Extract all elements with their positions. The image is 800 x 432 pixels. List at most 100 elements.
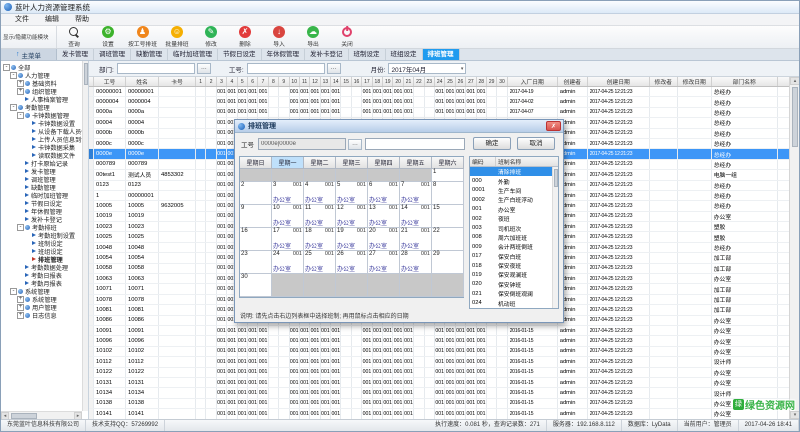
shift-list-item[interactable]: 001办公室 [470,205,558,214]
scrollbar-thumb[interactable] [792,87,798,147]
tab-10[interactable]: 排班管理 [423,49,460,60]
calendar-day-cell[interactable]: 12001办公室 [336,205,368,228]
calendar-day-cell[interactable]: 14001办公室 [400,205,432,228]
tree-expand-toggle[interactable]: - [17,224,24,231]
shift-list-item[interactable]: 清除排班 [470,167,558,176]
tree-expand-toggle[interactable]: + [17,80,24,87]
weekday-header[interactable]: 星期一 [272,157,304,169]
calendar-day-cell[interactable]: 8 [432,182,464,205]
tree-expand-toggle[interactable]: + [17,88,24,95]
tree-horizontal-scrollbar[interactable]: ◂ ▸ [1,411,82,419]
col-header-day[interactable]: 18 [373,77,383,86]
col-header-id[interactable]: 工号 [94,77,126,86]
scrollbar-thumb[interactable] [84,63,88,85]
cancel-button[interactable]: 取消 [517,137,555,150]
tab-9[interactable]: 班组设定 [386,49,423,60]
tab-6[interactable]: 年休假管理 [262,49,306,60]
col-header-day[interactable]: 23 [425,77,435,86]
tab-5[interactable]: 节假日设定 [218,49,262,60]
col-header-day[interactable]: 6 [248,77,258,86]
table-row[interactable]: 1013110131001001001001001001001001001001… [89,378,789,388]
col-header-day[interactable]: 15 [341,77,351,86]
col-header-day[interactable]: 9 [279,77,289,86]
table-row[interactable]: 1011210112001001001001001001001001001001… [89,357,789,367]
shift-list-item[interactable]: 024机动班 [470,298,558,307]
calendar-day-cell[interactable]: 10001办公室 [272,205,304,228]
tree-expand-toggle[interactable]: + [17,304,24,311]
calendar-day-cell[interactable]: 25001办公室 [304,251,336,274]
shift-list-item[interactable]: 000外勤 [470,176,558,185]
col-header-card[interactable]: 卡号 [159,77,196,86]
calendar-day-cell[interactable]: 4001办公室 [304,182,336,205]
calendar-day-cell[interactable]: 9 [240,205,272,228]
weekday-header[interactable]: 星期六 [432,157,464,169]
menu-item[interactable]: 文件 [7,14,37,26]
toggle-modules-button[interactable]: 显示/隐藏功能模块 [1,26,57,48]
tree-expand-toggle[interactable]: - [10,288,17,295]
col-header-day[interactable]: 30 [497,77,507,86]
col-header-created[interactable]: 创建日期 [588,77,650,86]
col-header-day[interactable]: 29 [487,77,497,86]
shift-list-item[interactable]: 020保安钟班 [470,280,558,289]
shift-list-item[interactable]: 019保安观澜班 [470,270,558,279]
table-vertical-scrollbar[interactable]: ▴ ▾ [789,77,799,419]
shift-list-item[interactable]: 017保安白班 [470,252,558,261]
col-header-day[interactable]: 17 [362,77,372,86]
shift-list-item[interactable]: 009会计两班倒班 [470,242,558,251]
table-row[interactable]: 1014110141001001001001001001001001001001… [89,409,789,419]
col-header-day[interactable]: 16 [352,77,362,86]
toolbar-button-delete[interactable]: ✗删除 [228,26,262,48]
menu-item[interactable]: 帮助 [67,14,97,26]
col-header-day[interactable]: 8 [269,77,279,86]
col-header-day[interactable]: 3 [217,77,227,86]
table-row[interactable]: 1013410134001001001001001001001001001001… [89,388,789,398]
col-header-day[interactable]: 22 [414,77,424,86]
col-header-creator[interactable]: 创建者 [558,77,588,86]
calendar-day-cell[interactable]: 29 [432,251,464,274]
calendar-day-cell[interactable]: 17001办公室 [272,228,304,251]
col-header-day[interactable]: 19 [383,77,393,86]
col-header-name[interactable]: 姓名 [126,77,159,86]
tree-vertical-scrollbar[interactable] [82,61,88,411]
tab-2[interactable]: 调班管理 [94,49,131,60]
tree-expand-toggle[interactable]: + [17,312,24,319]
scroll-left-arrow[interactable]: ◂ [1,412,9,420]
col-header-entry[interactable]: 入厂日期 [508,77,558,86]
col-header-day[interactable]: 2 [206,77,216,86]
calendar-day-cell[interactable]: 20001办公室 [368,228,400,251]
menu-item[interactable]: 编辑 [37,14,67,26]
dept-filter-input[interactable] [117,63,195,74]
toolbar-button-import[interactable]: ↓导入 [262,26,296,48]
shift-list-item[interactable]: 008周六加班班 [470,233,558,242]
calendar-day-cell[interactable]: 30 [240,274,272,297]
scroll-right-arrow[interactable]: ▸ [74,412,82,420]
scroll-down-arrow[interactable]: ▾ [790,411,800,419]
tab-7[interactable]: 发补卡登记 [305,49,349,60]
calendar-day-cell[interactable]: 7001办公室 [400,182,432,205]
month-select[interactable]: 2017年04月 ▾ [388,63,466,74]
weekday-header[interactable]: 星期五 [400,157,432,169]
tree-expand-toggle[interactable]: - [17,112,24,119]
table-row[interactable]: 1009610096001001001001001001001001001001… [89,336,789,346]
empno-browse-button[interactable]: … [327,63,341,74]
col-header-day[interactable]: 14 [331,77,341,86]
table-row[interactable]: 0000a0000a001001001001001001001001001001… [89,108,789,118]
main-menu-button[interactable]: ↑ 主菜单 [1,49,57,60]
col-header-day[interactable]: 20 [393,77,403,86]
scroll-up-arrow[interactable]: ▴ [790,77,800,85]
weekday-header[interactable]: 星期二 [304,157,336,169]
col-header-day[interactable]: 13 [321,77,331,86]
tree-expand-toggle[interactable]: - [10,104,17,111]
tree-expand-toggle[interactable]: - [10,72,17,79]
weekday-header[interactable]: 星期日 [240,157,272,169]
ok-button[interactable]: 确定 [473,137,511,150]
empno-filter-input[interactable] [247,63,325,74]
col-header-day[interactable]: 5 [238,77,248,86]
col-header-dept[interactable]: 部门名称 [712,77,778,86]
col-header-day[interactable]: 24 [435,77,445,86]
col-header-day[interactable]: 26 [456,77,466,86]
toolbar-button-power[interactable]: 关闭 [330,26,364,48]
table-row[interactable]: 0000004000000400100100100100100100100100… [89,97,789,107]
dialog-browse-button[interactable]: … [348,139,362,150]
calendar-day-cell[interactable]: 23 [240,251,272,274]
